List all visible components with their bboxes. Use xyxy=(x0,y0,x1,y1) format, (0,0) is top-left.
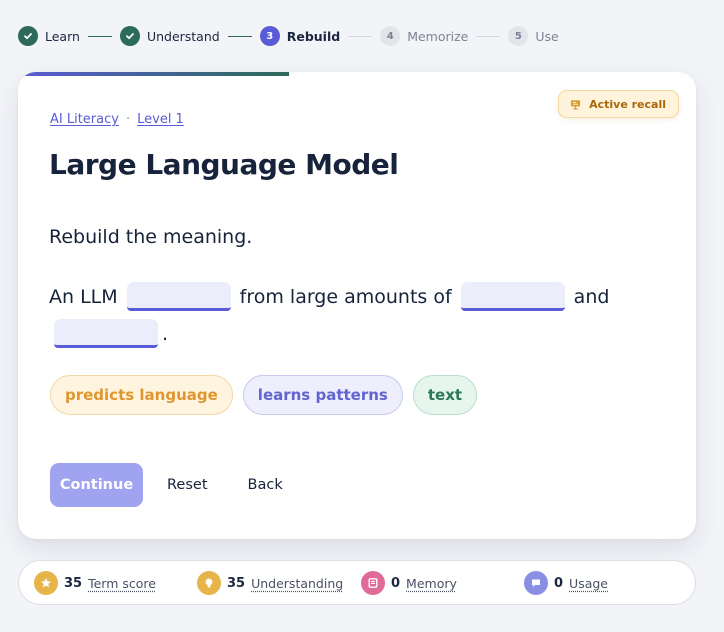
step-label: Memorize xyxy=(407,28,469,44)
stat-value: 35 xyxy=(227,575,246,591)
step-connector xyxy=(348,35,373,37)
stat-value: 0 xyxy=(554,575,564,591)
reset-button[interactable]: Reset xyxy=(167,477,208,493)
chip-learns-patterns[interactable]: learns patterns xyxy=(242,375,403,415)
chip-text[interactable]: text xyxy=(412,375,478,415)
stat-memory: 0 Memory xyxy=(361,571,457,595)
exercise-prompt: Rebuild the meaning. xyxy=(49,226,253,248)
stat-label[interactable]: Memory xyxy=(406,576,457,591)
stat-term-score: 35 Term score xyxy=(34,571,156,595)
word-bank: predicts language learns patterns text xyxy=(50,375,487,415)
step-use[interactable]: 5 Use xyxy=(508,26,559,46)
sentence-text: . xyxy=(162,322,169,345)
step-label: Learn xyxy=(45,28,80,44)
breadcrumb-level[interactable]: Level 1 xyxy=(137,112,184,127)
active-recall-badge: Active recall xyxy=(558,90,679,118)
stat-understanding: 35 Understanding xyxy=(197,571,343,595)
card-progress-bar xyxy=(18,72,696,76)
breadcrumb-ai-literacy[interactable]: AI Literacy xyxy=(50,112,119,127)
check-icon xyxy=(18,26,38,46)
star-icon xyxy=(34,571,58,595)
step-number: 5 xyxy=(508,26,529,46)
stats-bar: 35 Term score 35 Understanding 0 Memory … xyxy=(18,560,696,605)
chip-predicts-language[interactable]: predicts language xyxy=(50,375,233,415)
step-memorize[interactable]: 4 Memorize xyxy=(380,26,468,46)
breadcrumb: AI Literacy · Level 1 xyxy=(50,112,184,127)
stat-value: 35 xyxy=(64,575,83,591)
step-label: Use xyxy=(535,28,559,44)
fill-in-sentence-continued: . xyxy=(49,319,168,348)
card-progress-fill xyxy=(18,72,290,76)
page-title: Large Language Model xyxy=(49,148,399,181)
exercise-card: Active recall AI Literacy · Level 1 Larg… xyxy=(18,72,696,539)
progress-stepper: Learn Understand 3 Rebuild 4 Memorize 5 … xyxy=(18,24,559,48)
step-rebuild[interactable]: 3 Rebuild xyxy=(259,26,341,46)
action-bar: Continue Reset Back xyxy=(50,463,283,507)
badge-label: Active recall xyxy=(589,97,666,111)
step-label: Rebuild xyxy=(286,28,341,44)
blank-slot-3[interactable] xyxy=(54,319,158,348)
step-label: Understand xyxy=(146,28,220,44)
check-icon xyxy=(119,26,140,46)
card-icon xyxy=(361,571,385,595)
step-connector xyxy=(87,35,112,37)
step-connector xyxy=(227,35,252,37)
back-button[interactable]: Back xyxy=(248,477,283,493)
stat-value: 0 xyxy=(391,575,401,591)
lightbulb-icon xyxy=(197,571,221,595)
presentation-icon xyxy=(571,99,581,109)
breadcrumb-separator: · xyxy=(125,112,131,127)
sentence-text: An LLM xyxy=(49,285,118,308)
blank-slot-1[interactable] xyxy=(126,282,231,311)
step-understand[interactable]: Understand xyxy=(119,26,220,46)
step-number: 3 xyxy=(259,26,280,46)
continue-button[interactable]: Continue xyxy=(50,463,143,507)
sentence-text: and xyxy=(573,285,610,308)
fill-in-sentence: An LLM from large amounts of and xyxy=(49,282,609,311)
sentence-text: from large amounts of xyxy=(239,285,452,308)
blank-slot-2[interactable] xyxy=(460,282,565,311)
step-number: 4 xyxy=(380,26,401,46)
stat-label[interactable]: Understanding xyxy=(251,576,343,591)
chat-icon xyxy=(524,571,548,595)
step-learn[interactable]: Learn xyxy=(18,26,80,46)
stat-usage: 0 Usage xyxy=(524,571,608,595)
stat-label[interactable]: Usage xyxy=(569,576,608,591)
step-connector xyxy=(476,35,501,37)
stat-label[interactable]: Term score xyxy=(88,576,156,591)
